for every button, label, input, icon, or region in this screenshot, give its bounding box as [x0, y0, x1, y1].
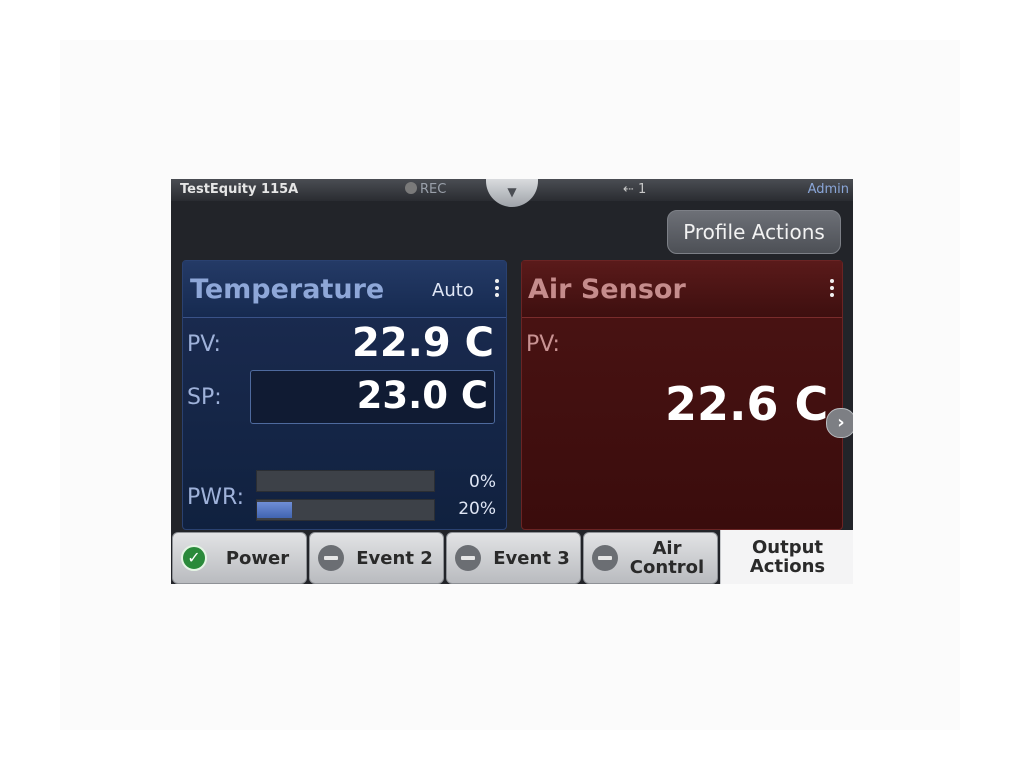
temperature-menu-icon[interactable] [494, 279, 500, 301]
minus-icon [592, 545, 618, 571]
power-bar-2-fill [257, 502, 293, 518]
record-icon [405, 182, 417, 194]
temperature-sp-value: 23.0 C [356, 374, 488, 417]
sp-label: SP: [187, 385, 222, 410]
output-actions-button[interactable]: Output Actions [720, 530, 853, 584]
pulldown-tab[interactable]: ▼ [486, 179, 538, 207]
event-2-label: Event 2 [356, 547, 433, 569]
usb-indicator: ⇠ 1 [623, 182, 647, 197]
air-sensor-menu-icon[interactable] [829, 279, 835, 301]
power-bar-1-percent: 0% [469, 472, 496, 492]
air-pv-label: PV: [526, 332, 560, 357]
power-bar-2-percent: 20% [458, 499, 496, 519]
air-sensor-title: Air Sensor [528, 274, 686, 305]
event-2-button[interactable]: Event 2 [309, 532, 444, 584]
output-actions-label: Output Actions [749, 537, 826, 577]
power-button-label: Power [225, 547, 290, 569]
check-icon: ✓ [181, 545, 207, 571]
device-name: TestEquity 115A [180, 182, 299, 197]
button-bar: ✓ Power Event 2 Event 3 Air Control Outp… [171, 530, 853, 584]
pv-label: PV: [187, 332, 221, 357]
rec-label: REC [420, 182, 447, 197]
filter-pulldown-icon: ▼ [507, 185, 517, 199]
setpoint-field[interactable]: 23.0 C [250, 370, 495, 424]
profile-actions-button[interactable]: Profile Actions [667, 210, 841, 254]
air-sensor-panel[interactable]: Air Sensor PV: 22.6 C [521, 260, 843, 530]
temperature-title: Temperature [190, 274, 385, 305]
controller-screen: TestEquity 115A REC ⇠ 1 Admin ▼ Profile … [171, 179, 853, 584]
rec-indicator: REC [405, 182, 446, 197]
temperature-pv-value: 22.9 C [352, 320, 494, 366]
minus-icon [318, 545, 344, 571]
air-sensor-header: Air Sensor [522, 261, 842, 318]
event-3-button[interactable]: Event 3 [446, 532, 581, 584]
user-label[interactable]: Admin [808, 182, 849, 197]
air-control-button[interactable]: Air Control [583, 532, 718, 584]
chevron-right-icon[interactable]: › [826, 408, 853, 438]
air-sensor-pv-value: 22.6 C [665, 377, 829, 431]
power-button[interactable]: ✓ Power [172, 532, 307, 584]
minus-icon [455, 545, 481, 571]
power-bar-2 [256, 499, 435, 521]
air-control-label: Air Control [629, 538, 705, 578]
power-bar-1 [256, 470, 435, 492]
event-3-label: Event 3 [493, 547, 570, 569]
temperature-panel[interactable]: Temperature Auto PV: 22.9 C SP: 23.0 C P… [182, 260, 507, 530]
temperature-header: Temperature Auto [183, 261, 506, 318]
temperature-mode: Auto [432, 280, 474, 301]
pwr-label: PWR: [187, 485, 245, 510]
